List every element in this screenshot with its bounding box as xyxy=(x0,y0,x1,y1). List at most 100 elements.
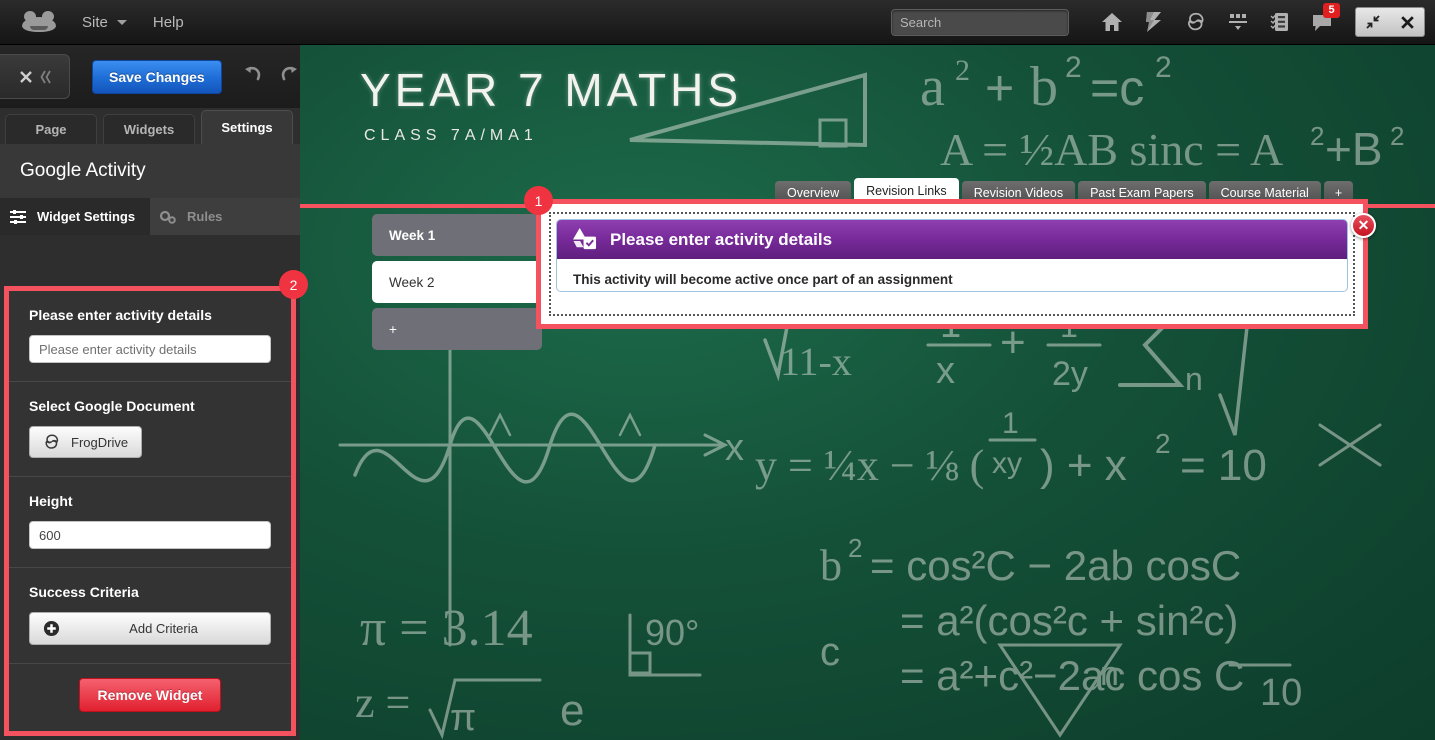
modal-inner-panel: Please enter activity details This activ… xyxy=(556,219,1348,292)
svg-text:x: x xyxy=(725,427,744,469)
svg-text:A = ½AB sinc = A: A = ½AB sinc = A xyxy=(940,124,1283,175)
modal-body-text: This activity will become active once pa… xyxy=(557,259,1347,291)
plus-circle-icon xyxy=(43,620,60,637)
svg-text:2: 2 xyxy=(1155,428,1171,459)
sliders-icon xyxy=(10,209,26,224)
svg-text:) + x: ) + x xyxy=(1040,441,1127,490)
lightning-icon xyxy=(1146,12,1161,32)
chalkboard-canvas: a 2 + b 2 =c 2 A = ½AB sinc = A 2 +B 2 1… xyxy=(300,45,1435,740)
window-restore-button[interactable] xyxy=(1356,8,1390,36)
close-icon xyxy=(1400,15,1414,29)
chalk-doodles: a 2 + b 2 =c 2 A = ½AB sinc = A 2 +B 2 1… xyxy=(300,45,1435,740)
add-criteria-button[interactable]: Add Criteria xyxy=(29,612,271,645)
editor-sidebar: Save Changes Page Widgets Settings Googl… xyxy=(0,45,300,740)
activity-details-label: Please enter activity details xyxy=(29,307,212,323)
week-item-2[interactable]: Week 2 xyxy=(372,261,542,303)
nav-site-menu[interactable]: Site xyxy=(82,14,127,31)
svg-text:2: 2 xyxy=(1155,51,1172,84)
topbar-right-group: 5 xyxy=(891,0,1425,45)
svg-text:+B: +B xyxy=(1325,123,1383,175)
frogdrive-picker-button[interactable]: FrogDrive xyxy=(29,426,143,458)
svg-text:c: c xyxy=(820,630,840,674)
dashboard-icon xyxy=(1229,14,1247,30)
select-document-field-group: Select Google Document FrogDrive xyxy=(9,382,291,477)
svg-text:= a²+c²−2ac cos C: = a²+c²−2ac cos C xyxy=(900,652,1244,699)
modal-title: Please enter activity details xyxy=(610,229,833,249)
svg-text:=c: =c xyxy=(1090,60,1144,116)
close-icon xyxy=(19,70,32,83)
modal-header: Please enter activity details xyxy=(557,220,1347,259)
dashboard-icon-button[interactable] xyxy=(1217,0,1259,45)
svg-text:2: 2 xyxy=(1390,121,1404,151)
subtab-widget-settings-label: Widget Settings xyxy=(37,209,136,224)
remove-widget-row: Remove Widget xyxy=(9,664,291,726)
activity-details-input[interactable] xyxy=(29,335,271,363)
assignments-icon-button[interactable] xyxy=(1259,0,1301,45)
svg-text:+: + xyxy=(985,60,1014,116)
home-icon-button[interactable] xyxy=(1091,0,1133,45)
messages-icon-button[interactable]: 5 xyxy=(1301,0,1343,45)
week-item-1[interactable]: Week 1 xyxy=(372,214,542,256)
frogdrive-icon xyxy=(45,434,59,449)
nav-site-label: Site xyxy=(82,13,108,31)
svg-text:= cos²C − 2ab cosC: = cos²C − 2ab cosC xyxy=(870,542,1241,589)
redo-button[interactable] xyxy=(278,64,300,89)
modal-close-button[interactable]: ✕ xyxy=(1351,213,1376,238)
widget-name-heading: Google Activity xyxy=(20,160,146,181)
sidebar-tab-strip: Page Widgets Settings xyxy=(0,108,300,144)
subtab-widget-settings[interactable]: Widget Settings xyxy=(0,198,150,235)
nav-help[interactable]: Help xyxy=(153,14,184,31)
page-title: YEAR 7 MATHS xyxy=(360,64,742,116)
svg-text:2: 2 xyxy=(1310,121,1324,151)
remove-widget-button[interactable]: Remove Widget xyxy=(78,678,222,712)
sidebar-close-button[interactable] xyxy=(0,54,70,99)
redo-icon xyxy=(281,66,297,81)
svg-text:π: π xyxy=(450,697,476,739)
undo-icon xyxy=(244,66,260,81)
svg-text:2: 2 xyxy=(848,533,862,563)
svg-text:x: x xyxy=(936,350,955,392)
svg-text:a: a xyxy=(920,56,945,118)
svg-text:n: n xyxy=(1100,655,1119,693)
tab-widgets[interactable]: Widgets xyxy=(103,114,195,144)
sidebar-subtab-strip: Widget Settings Rules xyxy=(0,198,300,235)
svg-text:b: b xyxy=(1030,56,1058,118)
height-field-group: Height xyxy=(9,477,291,568)
quick-launch-icon-button[interactable] xyxy=(1133,0,1175,45)
tab-settings[interactable]: Settings xyxy=(201,110,293,144)
search-box[interactable] xyxy=(891,8,1076,36)
subtab-rules[interactable]: Rules xyxy=(150,198,300,235)
svg-text:10: 10 xyxy=(1260,672,1302,714)
success-criteria-label: Success Criteria xyxy=(29,584,139,600)
chevron-down-icon xyxy=(116,19,127,25)
widget-settings-panel: Please enter activity details Select Goo… xyxy=(4,286,296,736)
window-close-button[interactable] xyxy=(1390,8,1424,36)
svg-text:90°: 90° xyxy=(645,612,699,653)
activity-details-field-group: Please enter activity details xyxy=(9,291,291,382)
svg-text:11-x: 11-x xyxy=(780,339,852,384)
step-badge-2: 2 xyxy=(279,270,308,299)
success-criteria-field-group: Success Criteria Add Criteria xyxy=(9,568,291,664)
svg-text:xy: xy xyxy=(992,447,1022,480)
svg-text:π = 3.14: π = 3.14 xyxy=(360,600,533,657)
svg-text:z =: z = xyxy=(355,678,410,727)
tab-page[interactable]: Page xyxy=(5,114,97,144)
home-icon xyxy=(1102,13,1122,31)
chevron-left-icon xyxy=(39,70,51,83)
add-criteria-label: Add Criteria xyxy=(129,621,198,636)
svg-text:n: n xyxy=(1185,361,1203,397)
frog-logo-icon[interactable] xyxy=(22,11,56,33)
svg-text:= a²(cos²c + sin²c): = a²(cos²c + sin²c) xyxy=(900,597,1238,644)
window-controls xyxy=(1355,7,1425,37)
modal-dotted-frame: Please enter activity details This activ… xyxy=(549,212,1355,316)
week-navigation-list: Week 1 Week 2 + xyxy=(372,214,542,355)
top-navigation-bar: Site Help Search 5 xyxy=(0,0,1435,45)
undo-button[interactable] xyxy=(242,64,264,89)
save-changes-button[interactable]: Save Changes xyxy=(92,59,222,94)
frogdrive-icon-button[interactable] xyxy=(1175,0,1217,45)
week-add-button[interactable]: + xyxy=(372,308,542,350)
svg-text:2: 2 xyxy=(1065,51,1082,84)
frogdrive-icon xyxy=(1188,12,1204,31)
search-input[interactable] xyxy=(900,14,1076,30)
height-input[interactable] xyxy=(29,521,271,549)
